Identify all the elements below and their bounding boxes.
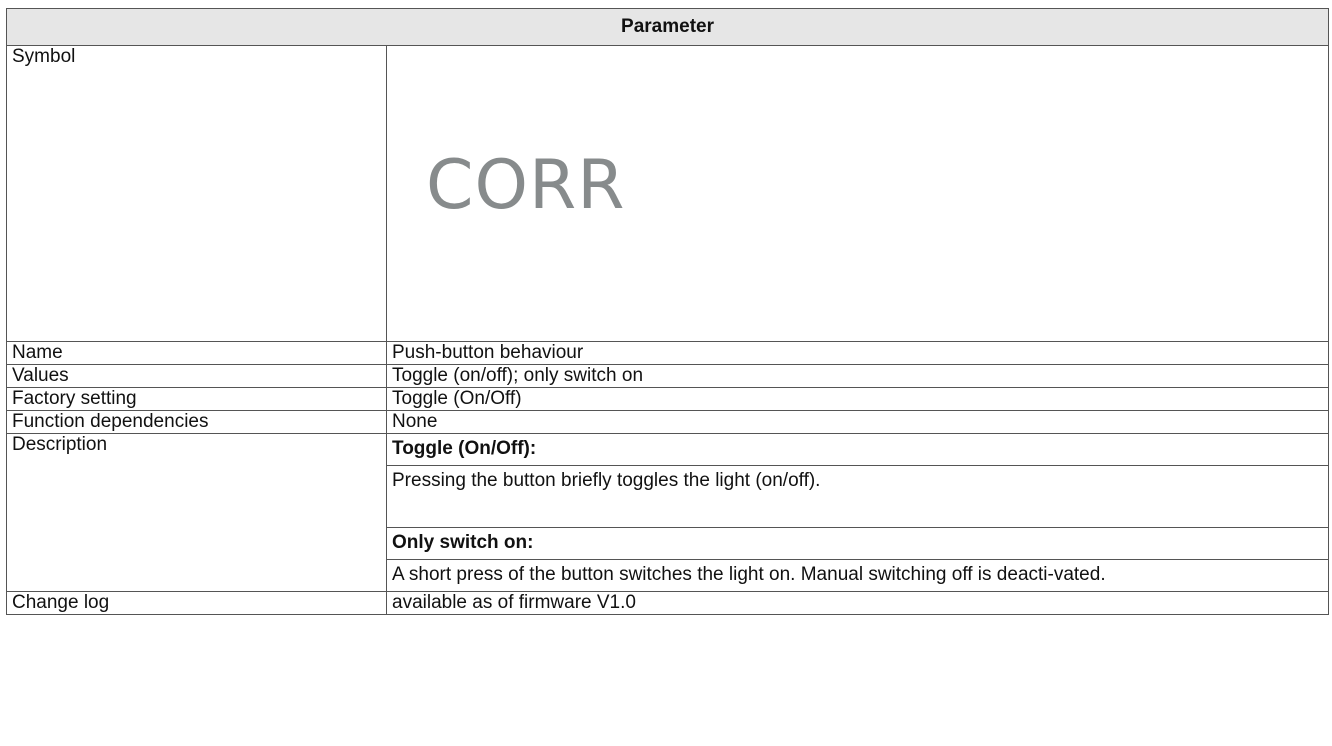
symbol-label: Symbol	[6, 45, 387, 342]
function-dependencies-label: Function dependencies	[6, 410, 387, 434]
parameter-table: Parameter Symbol CORR Name Push-button b…	[5, 8, 1330, 615]
corr-symbol-icon: CORR	[426, 146, 626, 225]
table-row-function-dependencies: Function dependencies None	[6, 410, 1330, 434]
description-cell: Toggle (On/Off): Pressing the button bri…	[385, 433, 1330, 592]
values-value: Toggle (on/off); only switch on	[385, 364, 1330, 388]
name-value: Push-button behaviour	[385, 341, 1330, 365]
table-row-change-log: Change log available as of firmware V1.0	[6, 591, 1330, 615]
table-row-values: Values Toggle (on/off); only switch on	[6, 364, 1330, 388]
name-label: Name	[6, 341, 387, 365]
table-header: Parameter	[5, 8, 1330, 46]
table-row-factory-setting: Factory setting Toggle (On/Off)	[6, 387, 1330, 411]
factory-setting-label: Factory setting	[6, 387, 387, 411]
description-label: Description	[6, 433, 387, 592]
symbol-cell: CORR	[385, 45, 1330, 342]
description-heading-toggle: Toggle (On/Off):	[387, 434, 1329, 466]
description-text-toggle: Pressing the button briefly toggles the …	[392, 470, 821, 491]
description-text-only-switch-on: A short press of the button switches the…	[392, 564, 1106, 585]
factory-setting-value: Toggle (On/Off)	[385, 387, 1330, 411]
table-row-description: Description Toggle (On/Off): Pressing th…	[6, 433, 1330, 592]
table-row-name: Name Push-button behaviour	[6, 341, 1330, 365]
table-row-symbol: Symbol CORR	[6, 45, 1330, 342]
values-label: Values	[6, 364, 387, 388]
function-dependencies-value: None	[385, 410, 1330, 434]
change-log-value: available as of firmware V1.0	[385, 591, 1330, 615]
change-log-label: Change log	[6, 591, 387, 615]
description-heading-only-switch-on: Only switch on:	[387, 527, 1329, 560]
